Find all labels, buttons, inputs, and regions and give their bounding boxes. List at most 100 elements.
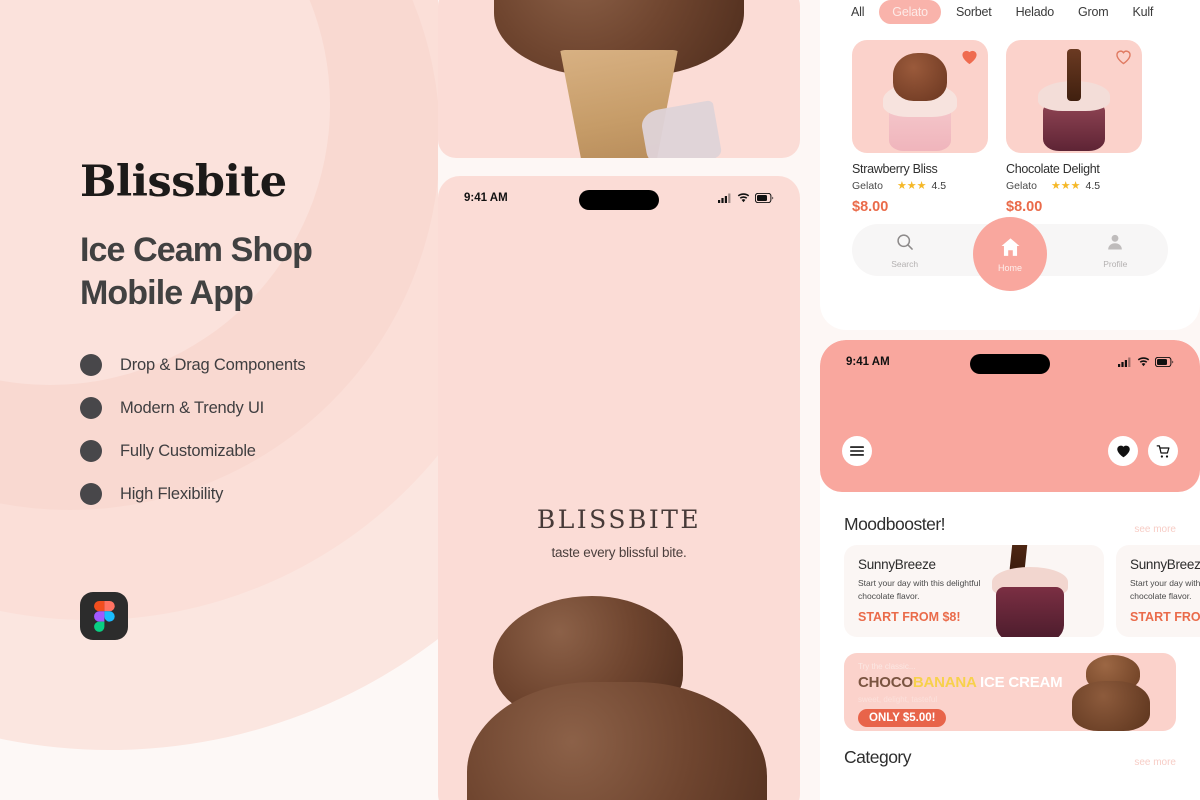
left-intro-panel: Blissbite Ice Ceam Shop Mobile App Drop … — [0, 0, 438, 800]
hero-right-actions — [1108, 436, 1178, 466]
page-title: Ice Ceam Shop Mobile App — [80, 229, 410, 314]
feature-label: Modern & Trendy UI — [120, 398, 265, 417]
product-image — [1006, 40, 1142, 153]
search-icon — [896, 233, 913, 250]
favorite-icon[interactable] — [961, 49, 978, 70]
splash-screen-mockup: 9:41 AM BLISSBITE taste every blissful b… — [438, 176, 800, 800]
product-name: Chocolate Delight — [1006, 162, 1100, 176]
section-title: Moodbooster! — [844, 514, 946, 534]
intro-content: Blissbite Ice Ceam Shop Mobile App Drop … — [80, 157, 410, 526]
nav-item-home[interactable]: Home — [973, 217, 1047, 291]
promo-banner[interactable]: Try the classic... CHOCOBANANA ICE CREAM… — [844, 653, 1176, 731]
star-icon: ★★★ — [1050, 179, 1081, 192]
product-meta: Gelato ★★★ 4.5 — [852, 180, 988, 192]
bullet-dot-icon — [80, 440, 102, 463]
tab-grom[interactable]: Grom — [1069, 0, 1117, 24]
ice-cream-scoop-photo — [459, 596, 779, 800]
list-item: Modern & Trendy UI — [80, 397, 410, 420]
moodbooster-product-photo — [982, 545, 1078, 637]
tab-gelato[interactable]: Gelato — [879, 0, 941, 24]
status-indicators — [1118, 357, 1174, 367]
heart-icon[interactable] — [1108, 436, 1138, 466]
product-card[interactable]: Chocolate Delight Gelato ★★★ 4.5 $8.00 — [1006, 40, 1142, 215]
headline-line-1: Ice Ceam Shop — [80, 231, 313, 270]
home-icon — [1001, 238, 1019, 256]
battery-icon — [755, 193, 774, 203]
rating-value: 4.5 — [1085, 180, 1101, 192]
moodbooster-card[interactable]: SunnyBreeze Start your day with this del… — [1116, 545, 1200, 637]
center-mockup-column: 9:41 AM BLISSBITE taste every blissful b… — [438, 0, 800, 800]
signal-icon — [718, 193, 731, 203]
category-tabs: All Gelato Sorbet Helado Grom Kulf — [820, 0, 1200, 24]
home-screen-mockup: 9:41 AM Moodbooster! see more SunnyBreez… — [820, 340, 1200, 800]
nav-label-profile: Profile — [1103, 258, 1128, 269]
moodbooster-card-list: SunnyBreeze Start your day with this del… — [820, 535, 1200, 637]
nav-label-search: Search — [891, 258, 919, 269]
feature-label: Drop & Drag Components — [120, 355, 306, 374]
nav-label-home: Home — [997, 263, 1022, 273]
product-price: $8.00 — [1006, 199, 1043, 215]
product-price: $8.00 — [852, 199, 889, 215]
bullet-dot-icon — [80, 397, 102, 420]
rating-stars: ★★★ 4.5 — [1051, 180, 1100, 192]
product-category: Gelato — [852, 180, 883, 192]
product-category: Gelato — [1006, 180, 1037, 192]
product-name: Strawberry Bliss — [852, 162, 938, 176]
ice-cream-cone-photo — [438, 0, 800, 158]
product-grid: Strawberry Bliss Gelato ★★★ 4.5 $8.00 Ch… — [820, 24, 1200, 215]
catalog-screen-mockup: All Gelato Sorbet Helado Grom Kulf Straw… — [820, 0, 1200, 330]
feature-label: Fully Customizable — [120, 441, 256, 460]
splash-tagline: taste every blissful bite. — [551, 545, 687, 560]
poster-stage: Blissbite Ice Ceam Shop Mobile App Drop … — [0, 0, 1200, 800]
rating-stars: ★★★ 4.5 — [897, 180, 946, 192]
bullet-dot-icon — [80, 354, 102, 377]
promo-title-choco: CHOCO — [858, 674, 913, 691]
feature-label: High Flexibility — [120, 484, 224, 503]
feature-list: Drop & Drag Components Modern & Trendy U… — [80, 354, 410, 506]
tab-helado[interactable]: Helado — [1007, 0, 1063, 24]
promo-title-ice: ICE CREAM — [976, 674, 1063, 691]
tab-all[interactable]: All — [842, 0, 873, 24]
status-time: 9:41 AM — [464, 192, 508, 204]
star-icon: ★★★ — [896, 179, 927, 192]
hero-header: 9:41 AM — [820, 340, 1200, 492]
moodbooster-cta: START FROM $8! — [1130, 609, 1200, 624]
dynamic-island — [579, 190, 659, 210]
rating-value: 4.5 — [931, 180, 947, 192]
nav-item-profile[interactable]: Profile — [1063, 232, 1168, 269]
list-item: Fully Customizable — [80, 440, 410, 463]
status-time: 9:41 AM — [846, 356, 890, 368]
moodbooster-section-header: Moodbooster! see more — [820, 492, 1200, 535]
splash-branding: BLISSBITE taste every blissful bite. — [438, 505, 800, 560]
status-indicators — [718, 193, 774, 203]
product-image — [852, 40, 988, 153]
wifi-icon — [1137, 357, 1150, 367]
status-bar: 9:41 AM — [820, 340, 1200, 384]
hero-action-bar — [842, 436, 1178, 466]
list-item: Drop & Drag Components — [80, 354, 410, 377]
promo-product-photo — [1068, 655, 1154, 731]
brand-title: Blissbite — [80, 157, 287, 207]
hamburger-menu-icon[interactable] — [842, 436, 872, 466]
tab-sorbet[interactable]: Sorbet — [947, 0, 1001, 24]
see-more-link[interactable]: see more — [1134, 757, 1176, 768]
promo-title-banana: BANANA — [912, 674, 977, 691]
moodbooster-card[interactable]: SunnyBreeze Start your day with this del… — [844, 545, 1104, 637]
tab-kulf[interactable]: Kulf — [1123, 0, 1162, 24]
nav-item-search[interactable]: Search — [852, 232, 957, 269]
section-title: Category — [844, 747, 912, 767]
see-more-link[interactable]: see more — [1134, 524, 1176, 535]
promo-price-badge: ONLY $5.00! — [858, 709, 947, 727]
splash-title: BLISSBITE — [536, 505, 702, 534]
shopping-cart-icon[interactable] — [1148, 436, 1178, 466]
wifi-icon — [737, 193, 750, 203]
product-card[interactable]: Strawberry Bliss Gelato ★★★ 4.5 $8.00 — [852, 40, 988, 215]
profile-icon — [1108, 234, 1123, 249]
list-item: High Flexibility — [80, 483, 410, 506]
signal-icon — [1118, 357, 1131, 367]
product-meta: Gelato ★★★ 4.5 — [1006, 180, 1142, 192]
dynamic-island — [970, 354, 1050, 374]
right-mockup-column: All Gelato Sorbet Helado Grom Kulf Straw… — [800, 0, 1200, 800]
headline-line-2: Mobile App — [80, 273, 254, 312]
favorite-icon[interactable] — [1115, 49, 1132, 70]
